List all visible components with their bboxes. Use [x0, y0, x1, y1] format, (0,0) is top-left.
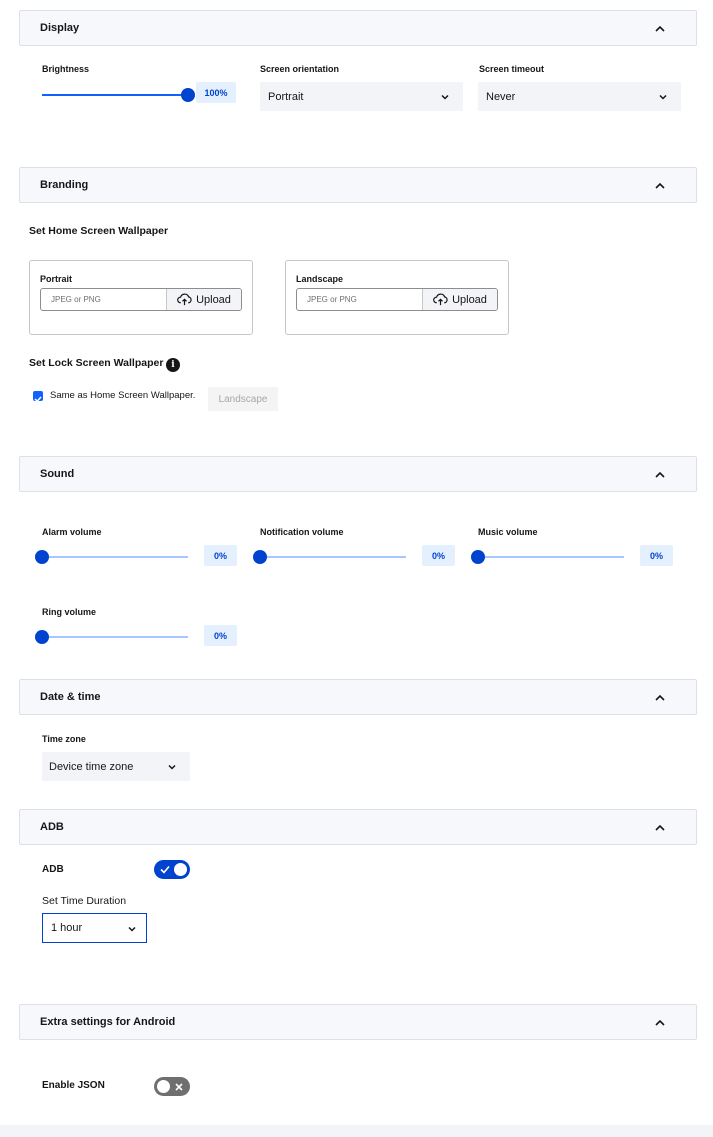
- alarm-volume-label: Alarm volume: [42, 527, 102, 537]
- adb-toggle[interactable]: [154, 860, 190, 879]
- chevron-down-icon: [168, 764, 176, 770]
- chevron-up-icon[interactable]: [654, 180, 666, 192]
- brightness-slider-thumb[interactable]: [181, 88, 195, 102]
- brightness-slider[interactable]: [42, 85, 195, 105]
- section-title-datetime: Date & time: [40, 691, 101, 703]
- cloud-upload-icon: [433, 293, 448, 306]
- section-header-extra[interactable]: Extra settings for Android: [19, 1004, 697, 1040]
- section-header-branding[interactable]: Branding: [19, 167, 697, 203]
- section-header-adb[interactable]: ADB: [19, 809, 697, 845]
- portrait-upload-card: Portrait JPEG or PNG Upload: [29, 260, 253, 335]
- alarm-volume-thumb[interactable]: [35, 550, 49, 564]
- checkmark-icon: [34, 396, 42, 403]
- timeout-select[interactable]: Never: [478, 82, 681, 111]
- portrait-card-title: Portrait: [40, 274, 73, 284]
- footer-bar: [0, 1125, 713, 1137]
- timeout-label: Screen timeout: [479, 64, 545, 74]
- orientation-value: Portrait: [268, 90, 304, 103]
- alarm-volume-slider[interactable]: [35, 547, 188, 567]
- ring-volume-slider[interactable]: [35, 627, 188, 647]
- landscape-upload-field[interactable]: JPEG or PNG Upload: [296, 288, 498, 311]
- chevron-down-icon: [441, 94, 449, 100]
- adb-toggle-knob: [174, 863, 187, 876]
- section-title-adb: ADB: [40, 821, 64, 833]
- music-volume-label: Music volume: [478, 527, 538, 537]
- timezone-select[interactable]: Device time zone: [42, 752, 190, 781]
- notification-volume-label: Notification volume: [260, 527, 344, 537]
- close-icon: [175, 1083, 183, 1091]
- landscape-upload-button[interactable]: Upload: [422, 289, 497, 310]
- home-wallpaper-title: Set Home Screen Wallpaper: [29, 225, 169, 237]
- chevron-up-icon[interactable]: [654, 469, 666, 481]
- portrait-upload-label: Upload: [196, 293, 231, 306]
- chevron-up-icon[interactable]: [654, 1017, 666, 1029]
- landscape-upload-label: Upload: [452, 293, 487, 306]
- music-volume-slider[interactable]: [471, 547, 624, 567]
- lock-landscape-button[interactable]: Landscape: [208, 387, 278, 411]
- chevron-down-icon: [128, 926, 136, 932]
- portrait-upload-field[interactable]: JPEG or PNG Upload: [40, 288, 242, 311]
- notification-volume-slider[interactable]: [253, 547, 406, 567]
- enable-json-toggle[interactable]: [154, 1077, 190, 1096]
- same-as-home-label: Same as Home Screen Wallpaper.: [50, 390, 196, 401]
- lock-wallpaper-title: Set Lock Screen Wallpaper: [29, 357, 164, 369]
- ring-volume-label: Ring volume: [42, 607, 97, 617]
- landscape-upload-card: Landscape JPEG or PNG Upload: [285, 260, 509, 335]
- ring-volume-thumb[interactable]: [35, 630, 49, 644]
- section-header-display[interactable]: Display: [19, 10, 697, 46]
- adb-toggle-label: ADB: [42, 864, 64, 875]
- duration-select[interactable]: 1 hour: [42, 913, 147, 943]
- section-header-sound[interactable]: Sound: [19, 456, 697, 492]
- landscape-upload-placeholder: JPEG or PNG: [307, 295, 357, 304]
- chevron-up-icon[interactable]: [654, 822, 666, 834]
- orientation-label: Screen orientation: [260, 64, 340, 74]
- timeout-value: Never: [486, 90, 516, 103]
- section-title-branding: Branding: [40, 179, 89, 191]
- timezone-value: Device time zone: [49, 760, 134, 773]
- brightness-label: Brightness: [42, 64, 90, 74]
- cloud-upload-icon: [177, 293, 192, 306]
- ring-volume-value: 0%: [204, 625, 237, 646]
- section-title-extra: Extra settings for Android: [40, 1016, 176, 1028]
- music-volume-thumb[interactable]: [471, 550, 485, 564]
- timezone-label: Time zone: [42, 734, 86, 744]
- chevron-up-icon[interactable]: [654, 23, 666, 35]
- section-header-datetime[interactable]: Date & time: [19, 679, 697, 715]
- chevron-up-icon[interactable]: [654, 692, 666, 704]
- enable-json-toggle-knob: [157, 1080, 170, 1093]
- same-as-home-checkbox[interactable]: [33, 391, 43, 403]
- enable-json-label: Enable JSON: [42, 1080, 105, 1091]
- section-title-display: Display: [40, 22, 80, 34]
- brightness-value: 100%: [196, 82, 236, 103]
- notification-volume-value: 0%: [422, 545, 455, 566]
- section-title-sound: Sound: [40, 468, 75, 480]
- checkmark-icon: [160, 865, 170, 874]
- duration-label: Set Time Duration: [42, 895, 127, 907]
- portrait-upload-button[interactable]: Upload: [166, 289, 241, 310]
- info-icon[interactable]: i: [166, 358, 180, 372]
- alarm-volume-value: 0%: [204, 545, 237, 566]
- chevron-down-icon: [659, 94, 667, 100]
- portrait-upload-placeholder: JPEG or PNG: [51, 295, 101, 304]
- orientation-select[interactable]: Portrait: [260, 82, 463, 111]
- duration-value: 1 hour: [51, 922, 83, 934]
- music-volume-value: 0%: [640, 545, 673, 566]
- notification-volume-thumb[interactable]: [253, 550, 267, 564]
- landscape-card-title: Landscape: [296, 274, 344, 284]
